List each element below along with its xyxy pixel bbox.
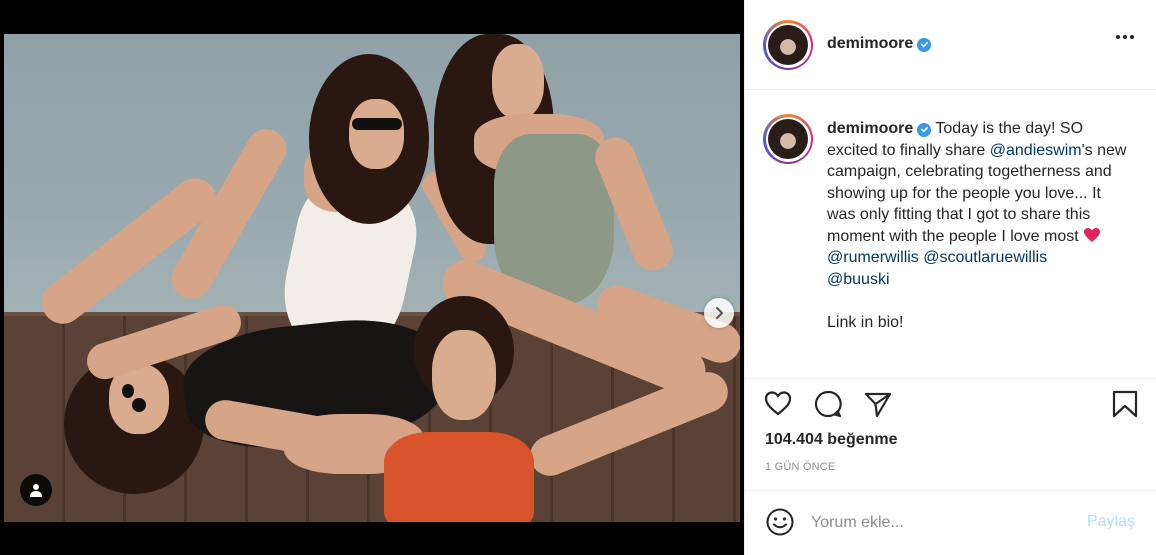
heart-icon <box>764 391 792 416</box>
like-button[interactable] <box>763 389 793 422</box>
save-button[interactable] <box>1111 389 1139 424</box>
post-comment-button[interactable]: Paylaş <box>1087 513 1135 531</box>
chevron-right-icon <box>716 307 723 319</box>
user-tag-icon <box>30 484 42 497</box>
header-username[interactable]: demimoore <box>827 35 913 52</box>
post-details-panel: demimoore demimoore Today is the day! SO… <box>744 0 1156 555</box>
comment-button[interactable] <box>813 389 843 424</box>
comment-input[interactable] <box>811 511 1071 535</box>
caption-avatar[interactable] <box>763 114 813 164</box>
link-in-bio-text: Link in bio! <box>827 313 904 331</box>
avatar-image <box>768 25 808 65</box>
verified-badge-icon <box>917 122 932 137</box>
post-photo[interactable] <box>4 34 740 522</box>
more-options-icon[interactable] <box>1116 35 1134 39</box>
smiley-icon <box>766 508 794 536</box>
likes-count[interactable]: 104.404 beğenme <box>765 431 898 449</box>
post-header: demimoore <box>745 0 1156 90</box>
caption-text: demimoore Today is the day! SO excited t… <box>827 120 1127 331</box>
comment-bar: Paylaş <box>745 490 1156 555</box>
carousel-next-button[interactable] <box>704 298 734 328</box>
caption-username[interactable]: demimoore <box>827 120 913 137</box>
mention-andieswim[interactable]: @andieswim <box>990 142 1082 159</box>
emoji-button[interactable] <box>765 507 795 542</box>
post-media-panel <box>0 0 744 555</box>
verified-badge-icon <box>917 37 932 52</box>
avatar[interactable] <box>763 20 813 70</box>
mention-buuski[interactable]: @buuski <box>827 271 890 288</box>
bookmark-icon <box>1112 390 1138 418</box>
caption-area: demimoore Today is the day! SO excited t… <box>745 104 1156 376</box>
user-tag-button[interactable] <box>20 474 52 506</box>
mention-rumerwillis[interactable]: @rumerwillis <box>827 249 919 266</box>
paper-plane-icon <box>864 392 892 418</box>
red-heart-emoji-icon <box>1084 227 1101 242</box>
post-actions: 104.404 beğenme 1 GÜN ÖNCE <box>745 378 1156 490</box>
share-button[interactable] <box>863 389 893 424</box>
mention-scoutlaruewillis[interactable]: @scoutlaruewillis <box>923 249 1047 266</box>
comment-bubble-icon <box>814 390 842 418</box>
post-timestamp[interactable]: 1 GÜN ÖNCE <box>765 461 835 473</box>
